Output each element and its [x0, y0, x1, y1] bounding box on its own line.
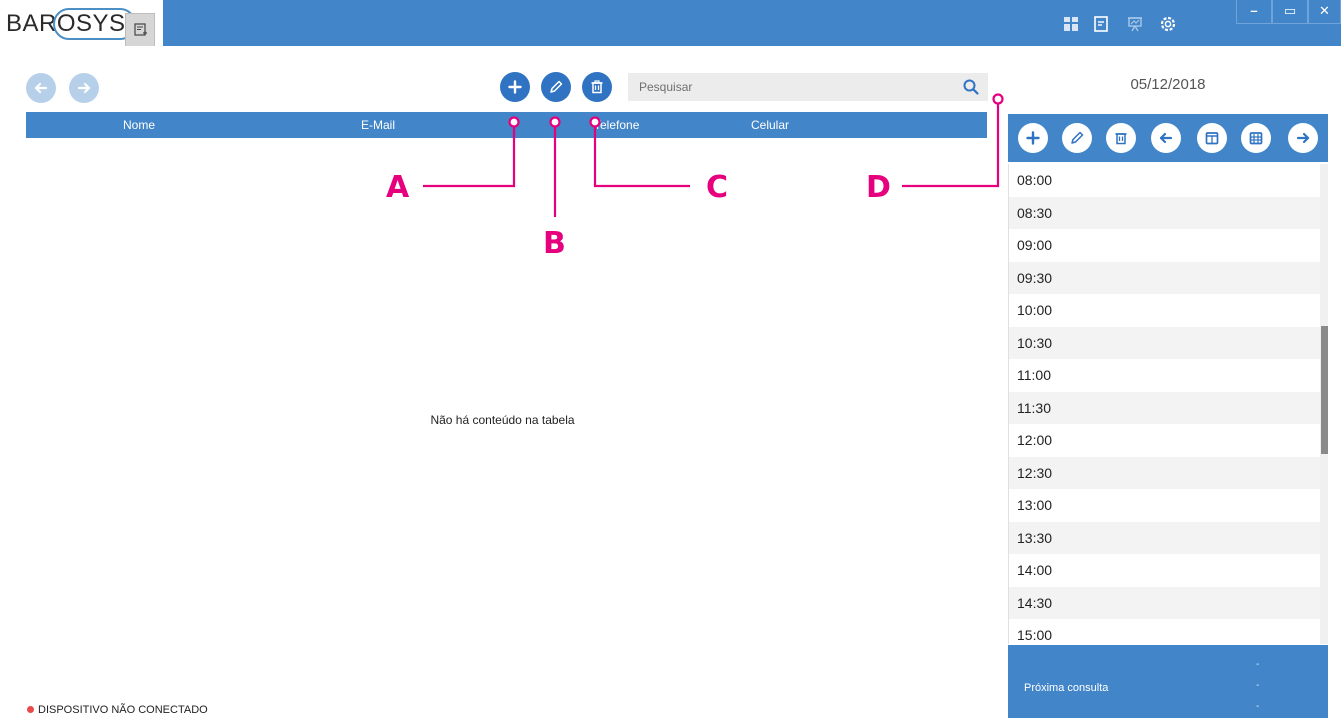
callout-label-c: C: [706, 170, 729, 205]
callout-label-a: A: [386, 170, 410, 205]
callout-label-d: D: [866, 170, 891, 205]
callout-lines: [423, 93, 1004, 217]
callout-label-b: B: [543, 226, 566, 261]
